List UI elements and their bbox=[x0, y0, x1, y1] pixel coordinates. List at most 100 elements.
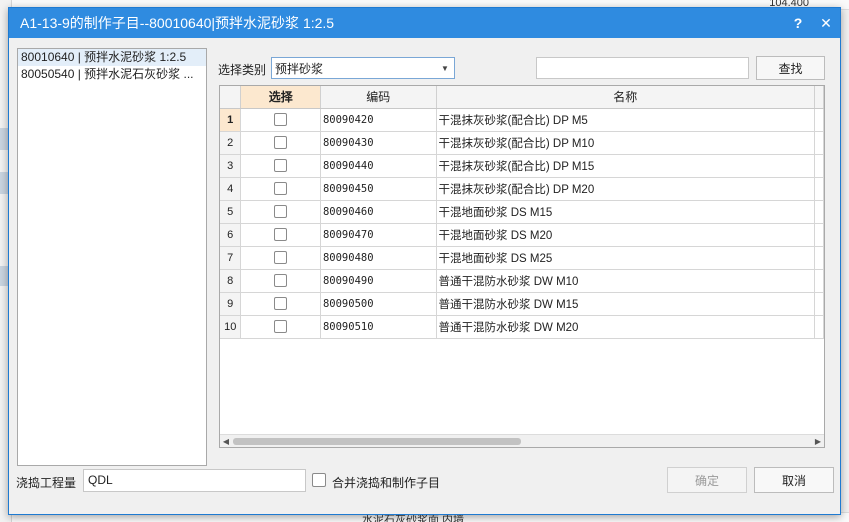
select-checkbox[interactable] bbox=[274, 113, 288, 126]
select-cell bbox=[240, 108, 321, 132]
select-cell bbox=[240, 154, 321, 178]
filler-cell bbox=[814, 269, 824, 293]
table-row[interactable]: 1 80090420 干混抹灰砂浆(配合比) DP M5 bbox=[220, 108, 824, 132]
row-number: 9 bbox=[220, 292, 242, 316]
filler-cell bbox=[814, 131, 824, 155]
row-number: 10 bbox=[220, 315, 242, 339]
select-cell bbox=[240, 200, 321, 224]
filler-cell bbox=[814, 108, 824, 132]
pour-quantity-label: 浇捣工程量 bbox=[16, 476, 77, 490]
filler-cell bbox=[814, 246, 824, 270]
select-cell bbox=[240, 292, 321, 316]
material-list: 80010640 | 预拌水泥砂浆 1:2.5 80050540 | 预拌水泥石… bbox=[17, 48, 207, 466]
name-cell: 干混抹灰砂浆(配合比) DP M5 bbox=[436, 108, 816, 132]
search-input[interactable] bbox=[536, 57, 749, 79]
ok-button[interactable]: 确定 bbox=[667, 467, 747, 493]
code-cell: 80090510 bbox=[320, 315, 437, 339]
code-cell: 80090440 bbox=[320, 154, 437, 178]
table-row[interactable]: 7 80090480 干混地面砂浆 DS M25 bbox=[220, 246, 824, 270]
row-number: 8 bbox=[220, 269, 242, 293]
filler-cell bbox=[814, 200, 824, 224]
select-checkbox[interactable] bbox=[274, 297, 288, 310]
code-cell: 80090450 bbox=[320, 177, 437, 201]
horizontal-scrollbar[interactable]: ◀ ▶ bbox=[220, 434, 824, 447]
filler-cell bbox=[814, 315, 824, 339]
select-checkbox[interactable] bbox=[274, 136, 288, 149]
filler-cell bbox=[814, 177, 824, 201]
name-cell: 干混地面砂浆 DS M20 bbox=[436, 223, 816, 247]
table-header-row: 选择 编码 名称 bbox=[220, 86, 824, 109]
scroll-left-icon[interactable]: ◀ bbox=[220, 435, 232, 447]
category-value: 预拌砂浆 bbox=[275, 61, 324, 76]
select-checkbox[interactable] bbox=[274, 320, 288, 333]
name-cell: 干混抹灰砂浆(配合比) DP M20 bbox=[436, 177, 816, 201]
select-cell bbox=[240, 246, 321, 270]
name-cell: 普通干混防水砂浆 DW M20 bbox=[436, 315, 816, 339]
scrollbar-thumb[interactable] bbox=[233, 438, 521, 445]
filler-cell bbox=[814, 223, 824, 247]
table-row[interactable]: 10 80090510 普通干混防水砂浆 DW M20 bbox=[220, 315, 824, 339]
pour-quantity-input[interactable]: QDL bbox=[83, 469, 306, 492]
filler-cell bbox=[814, 154, 824, 178]
table-row[interactable]: 6 80090470 干混地面砂浆 DS M20 bbox=[220, 223, 824, 247]
row-number: 2 bbox=[220, 131, 242, 155]
help-button[interactable]: ? bbox=[784, 8, 812, 38]
search-button[interactable]: 查找 bbox=[756, 56, 825, 80]
table-row[interactable]: 9 80090500 普通干混防水砂浆 DW M15 bbox=[220, 292, 824, 316]
select-cell bbox=[240, 269, 321, 293]
select-cell bbox=[240, 315, 321, 339]
subitem-grid: 选择 编码 名称 1 80090420 干混抹灰砂浆(配合比) DP M5 2 bbox=[219, 85, 825, 448]
column-header-filler bbox=[814, 86, 824, 109]
code-cell: 80090460 bbox=[320, 200, 437, 224]
select-checkbox[interactable] bbox=[274, 182, 288, 195]
row-number-header bbox=[220, 86, 242, 109]
select-checkbox[interactable] bbox=[274, 228, 288, 241]
row-number: 6 bbox=[220, 223, 242, 247]
select-checkbox[interactable] bbox=[274, 159, 288, 172]
table-row[interactable]: 4 80090450 干混抹灰砂浆(配合比) DP M20 bbox=[220, 177, 824, 201]
column-header-code[interactable]: 编码 bbox=[320, 86, 437, 109]
filler-cell bbox=[814, 292, 824, 316]
select-checkbox[interactable] bbox=[274, 205, 288, 218]
row-number: 3 bbox=[220, 154, 242, 178]
code-cell: 80090500 bbox=[320, 292, 437, 316]
select-cell bbox=[240, 223, 321, 247]
select-checkbox[interactable] bbox=[274, 251, 288, 264]
subitem-table: 选择 编码 名称 1 80090420 干混抹灰砂浆(配合比) DP M5 2 bbox=[220, 86, 824, 339]
name-cell: 干混地面砂浆 DS M15 bbox=[436, 200, 816, 224]
name-cell: 干混地面砂浆 DS M25 bbox=[436, 246, 816, 270]
row-number: 7 bbox=[220, 246, 242, 270]
code-cell: 80090430 bbox=[320, 131, 437, 155]
chevron-down-icon[interactable]: ▼ bbox=[436, 64, 454, 73]
name-cell: 普通干混防水砂浆 DW M10 bbox=[436, 269, 816, 293]
merge-checkbox[interactable] bbox=[312, 473, 326, 487]
close-button[interactable]: ✕ bbox=[812, 8, 840, 38]
code-cell: 80090490 bbox=[320, 269, 437, 293]
dialog-titlebar[interactable]: A1-13-9的制作子目--80010640|预拌水泥砂浆 1:2.5 ? ✕ bbox=[9, 8, 840, 38]
row-number: 4 bbox=[220, 177, 242, 201]
name-cell: 普通干混防水砂浆 DW M15 bbox=[436, 292, 816, 316]
material-list-item[interactable]: 80010640 | 预拌水泥砂浆 1:2.5 bbox=[18, 49, 206, 66]
code-cell: 80090420 bbox=[320, 108, 437, 132]
table-row[interactable]: 3 80090440 干混抹灰砂浆(配合比) DP M15 bbox=[220, 154, 824, 178]
column-header-select[interactable]: 选择 bbox=[240, 86, 321, 109]
table-row[interactable]: 5 80090460 干混地面砂浆 DS M15 bbox=[220, 200, 824, 224]
code-cell: 80090470 bbox=[320, 223, 437, 247]
category-select[interactable]: 预拌砂浆 ▼ bbox=[271, 57, 455, 79]
code-cell: 80090480 bbox=[320, 246, 437, 270]
column-header-name[interactable]: 名称 bbox=[436, 86, 816, 109]
material-list-item[interactable]: 80050540 | 预拌水泥石灰砂浆 ... bbox=[18, 66, 206, 83]
background-app-right bbox=[840, 10, 849, 512]
select-cell bbox=[240, 131, 321, 155]
table-row[interactable]: 2 80090430 干混抹灰砂浆(配合比) DP M10 bbox=[220, 131, 824, 155]
scroll-right-icon[interactable]: ▶ bbox=[812, 435, 824, 447]
row-number: 1 bbox=[220, 108, 242, 132]
table-row[interactable]: 8 80090490 普通干混防水砂浆 DW M10 bbox=[220, 269, 824, 293]
merge-checkbox-label[interactable]: 合并浇捣和制作子目 bbox=[332, 474, 440, 491]
cancel-button[interactable]: 取消 bbox=[754, 467, 834, 493]
row-number: 5 bbox=[220, 200, 242, 224]
category-label: 选择类别 bbox=[218, 63, 267, 77]
select-checkbox[interactable] bbox=[274, 274, 288, 287]
name-cell: 干混抹灰砂浆(配合比) DP M15 bbox=[436, 154, 816, 178]
production-subitem-dialog: A1-13-9的制作子目--80010640|预拌水泥砂浆 1:2.5 ? ✕ … bbox=[8, 7, 841, 515]
